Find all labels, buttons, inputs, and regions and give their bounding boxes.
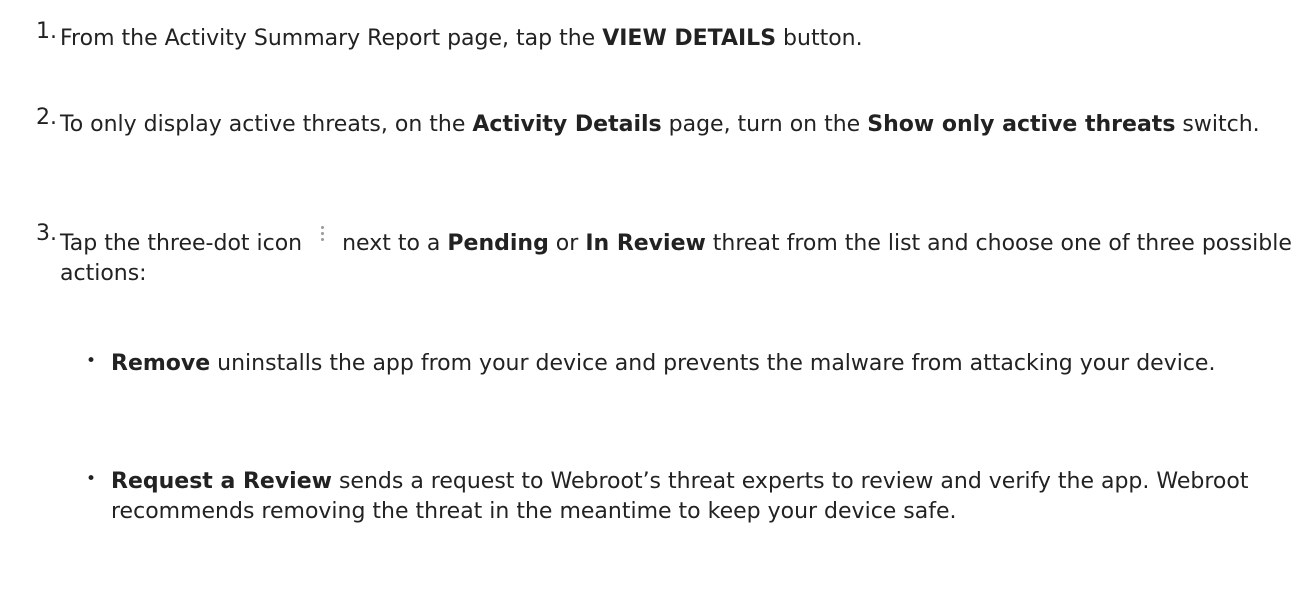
bold-term: Pending: [447, 231, 549, 256]
step-2: 2. To only display active threats, on th…: [0, 105, 1300, 140]
step-3: 3. Tap the three-dot icon next to a Pend…: [0, 221, 1300, 289]
action-description: uninstalls the app from your device and …: [210, 351, 1216, 376]
bold-term: In Review: [585, 231, 706, 256]
text-segment: To only display active threats, on the: [60, 112, 473, 137]
text-segment: next to a: [335, 231, 448, 256]
text-segment: page, turn on the: [661, 112, 868, 137]
bold-term: Show only active threats: [867, 112, 1176, 137]
action-name: Request a Review: [111, 469, 332, 494]
step-1: 1. From the Activity Summary Report page…: [0, 19, 1300, 54]
action-remove: • Remove uninstalls the app from your de…: [0, 349, 1300, 379]
text-segment: switch.: [1175, 112, 1260, 137]
step-text: From the Activity Summary Report page, t…: [60, 24, 1300, 54]
bold-term: Activity Details: [472, 112, 662, 137]
text-segment: From the Activity Summary Report page, t…: [60, 26, 603, 51]
step-text: To only display active threats, on the A…: [60, 110, 1300, 140]
bullet-icon: •: [86, 469, 97, 489]
step-number: 1.: [36, 19, 57, 44]
text-segment: Tap the three-dot icon: [60, 231, 310, 256]
step-number: 2.: [36, 105, 57, 130]
step-text: Tap the three-dot icon next to a Pending…: [60, 226, 1300, 289]
action-name: Remove: [111, 351, 211, 376]
step-number: 3.: [36, 221, 57, 246]
action-request-review: • Request a Review sends a request to We…: [0, 467, 1300, 527]
three-dot-vertical-icon: [309, 226, 335, 244]
text-segment: or: [548, 231, 586, 256]
bullet-icon: •: [86, 351, 97, 371]
text-segment: button.: [776, 26, 863, 51]
action-text: Request a Review sends a request to Webr…: [111, 467, 1300, 527]
bold-term: VIEW DETAILS: [602, 26, 777, 51]
action-text: Remove uninstalls the app from your devi…: [111, 349, 1300, 379]
